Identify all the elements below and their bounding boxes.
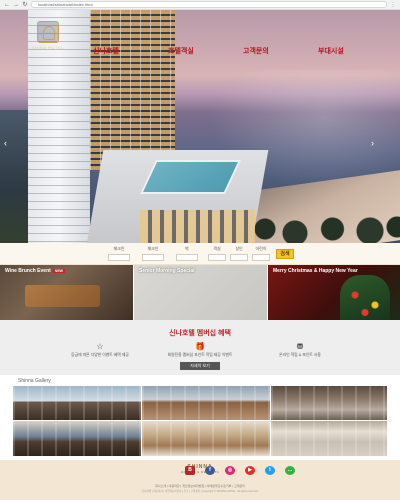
instagram-icon[interactable]: ◎ [225,466,235,475]
gallery-texture [271,386,387,420]
browser-menu-icon[interactable]: ⋮ [390,2,396,8]
promo-title: Merry Christmas & Happy New Year [273,268,358,274]
children-label: 어린이 [255,246,267,251]
trees [250,205,400,243]
membership-more-button[interactable]: 자세히 보기 [180,362,220,370]
gallery-texture [142,386,270,420]
gallery-image-hall[interactable] [142,386,270,420]
back-icon[interactable]: ← [4,0,10,10]
checkout-field[interactable]: 체크인 [142,246,164,262]
promo-card-christmas[interactable]: Merry Christmas & Happy New Year [268,265,400,320]
nights-label: 박 [185,246,189,251]
promo-card-wine[interactable]: Wine Brunch Event NEW [0,265,133,320]
youtube-icon[interactable]: ▶ [245,466,255,475]
footer-links[interactable]: 회사소개 | 이용약관 | 개인정보처리방침 | 이메일무단수집거부 | 고객문… [80,484,320,488]
gallery-image-fitness[interactable] [271,421,387,456]
reload-icon[interactable]: ↻ [22,0,28,10]
checkin-field[interactable]: 체크인 [108,246,130,262]
checkout-label: 체크인 [147,246,159,251]
chat-icon[interactable]: … [285,466,295,475]
promo-title-text: Wine Brunch Event [5,268,51,274]
gallery-grid [13,386,387,456]
benefit-text: 회원전용 멤버십 포인트 적립 제공 이벤트 [167,353,233,357]
search-button[interactable]: 검색 [276,249,294,259]
gallery-title: Shinna Gallery [18,378,51,384]
promo-strip: Wine Brunch Event NEW Senior Morning Spec… [0,265,400,320]
city-edge [0,110,30,243]
nights-select[interactable] [176,254,198,261]
benefit-text: 온라인 적립 & 포인트 사용 [279,353,321,357]
gallery-texture [142,421,270,456]
christmas-tree-image [340,275,390,320]
membership-section: 신나호텔 멤버십 혜택 ☆ 등급에 따른 다양한 이벤트 혜택 제공 🎁 회원전… [0,320,400,375]
new-badge: NEW [52,269,65,273]
booking-bar: 체크인 체크인 박 객실 성인 어린이 검색 [0,243,400,265]
browser-toolbar: ← → ↻ localhost/shinahotel/index.html ⋮ [0,0,400,10]
gallery-texture [271,421,387,456]
rooms-field[interactable]: 객실 [208,246,226,262]
rooms-select[interactable] [208,254,226,261]
benefit-item: ⛃ 온라인 적립 & 포인트 사용 [245,342,355,358]
glass-columns [90,10,175,170]
main-navigation: 신나호텔 호텔객실 고객문의 부대시설 [0,46,400,56]
nav-item-inquiry[interactable]: 고객문의 [243,46,269,56]
rooms-label: 객실 [213,246,221,251]
promo-title: Wine Brunch Event NEW [5,268,65,274]
nav-item-rooms[interactable]: 호텔객실 [168,46,194,56]
crest-icon [37,21,59,43]
gallery-image-banquet[interactable] [142,421,270,456]
coin-icon: ⛃ [296,342,304,351]
adults-select[interactable] [230,254,248,261]
forward-icon[interactable]: → [13,0,19,10]
adults-label: 성인 [235,246,243,251]
children-select[interactable] [252,254,270,261]
children-field[interactable]: 어린이 [252,246,270,262]
hero-banner: SHINA HOTEL 신나호텔 호텔객실 고객문의 부대시설 ‹ › [0,10,400,243]
star-icon: ☆ [96,342,104,351]
checkout-input[interactable] [142,254,164,261]
footer: SHINNA HOTELS & RESORTS [0,460,400,500]
benefit-text: 등급에 따른 다양한 이벤트 혜택 제공 [71,353,129,357]
carousel-next-icon[interactable]: › [371,138,374,148]
gallery-texture [13,421,141,456]
infinity-pool [140,160,241,194]
checkin-label: 체크인 [113,246,125,251]
gallery-texture [13,386,141,420]
promo-title: Senior Morning Special [139,268,195,274]
address-bar[interactable]: localhost/shinahotel/index.html [31,1,387,8]
gallery-image-bar[interactable] [271,386,387,420]
footer-company-info: 신나호텔 | 대표이사 | 사업자등록번호 | 주소 | 고객센터 | Copy… [141,490,259,493]
twitter-icon[interactable]: t [265,466,275,475]
nav-item-facilities[interactable]: 부대시설 [318,46,344,56]
gallery-image-restaurant[interactable] [13,386,141,420]
gallery-image-lounge[interactable] [13,421,141,456]
checkin-input[interactable] [108,254,130,261]
facebook-icon[interactable]: f [205,466,215,475]
promo-card-senior[interactable]: Senior Morning Special [134,265,267,320]
blog-icon[interactable]: B [185,466,195,475]
gift-icon: 🎁 [195,342,205,351]
nights-field[interactable]: 박 [176,246,198,262]
adults-field[interactable]: 성인 [230,246,248,262]
benefit-item: 🎁 회원전용 멤버십 포인트 적립 제공 이벤트 [145,342,255,358]
carousel-prev-icon[interactable]: ‹ [4,138,7,148]
nav-item-hotel[interactable]: 신나호텔 [93,46,119,56]
membership-title: 신나호텔 멤버십 혜택 [169,330,231,337]
cutting-board-image [25,285,100,307]
benefit-item: ☆ 등급에 따른 다양한 이벤트 혜택 제공 [45,342,155,358]
podium-windows [140,210,255,243]
